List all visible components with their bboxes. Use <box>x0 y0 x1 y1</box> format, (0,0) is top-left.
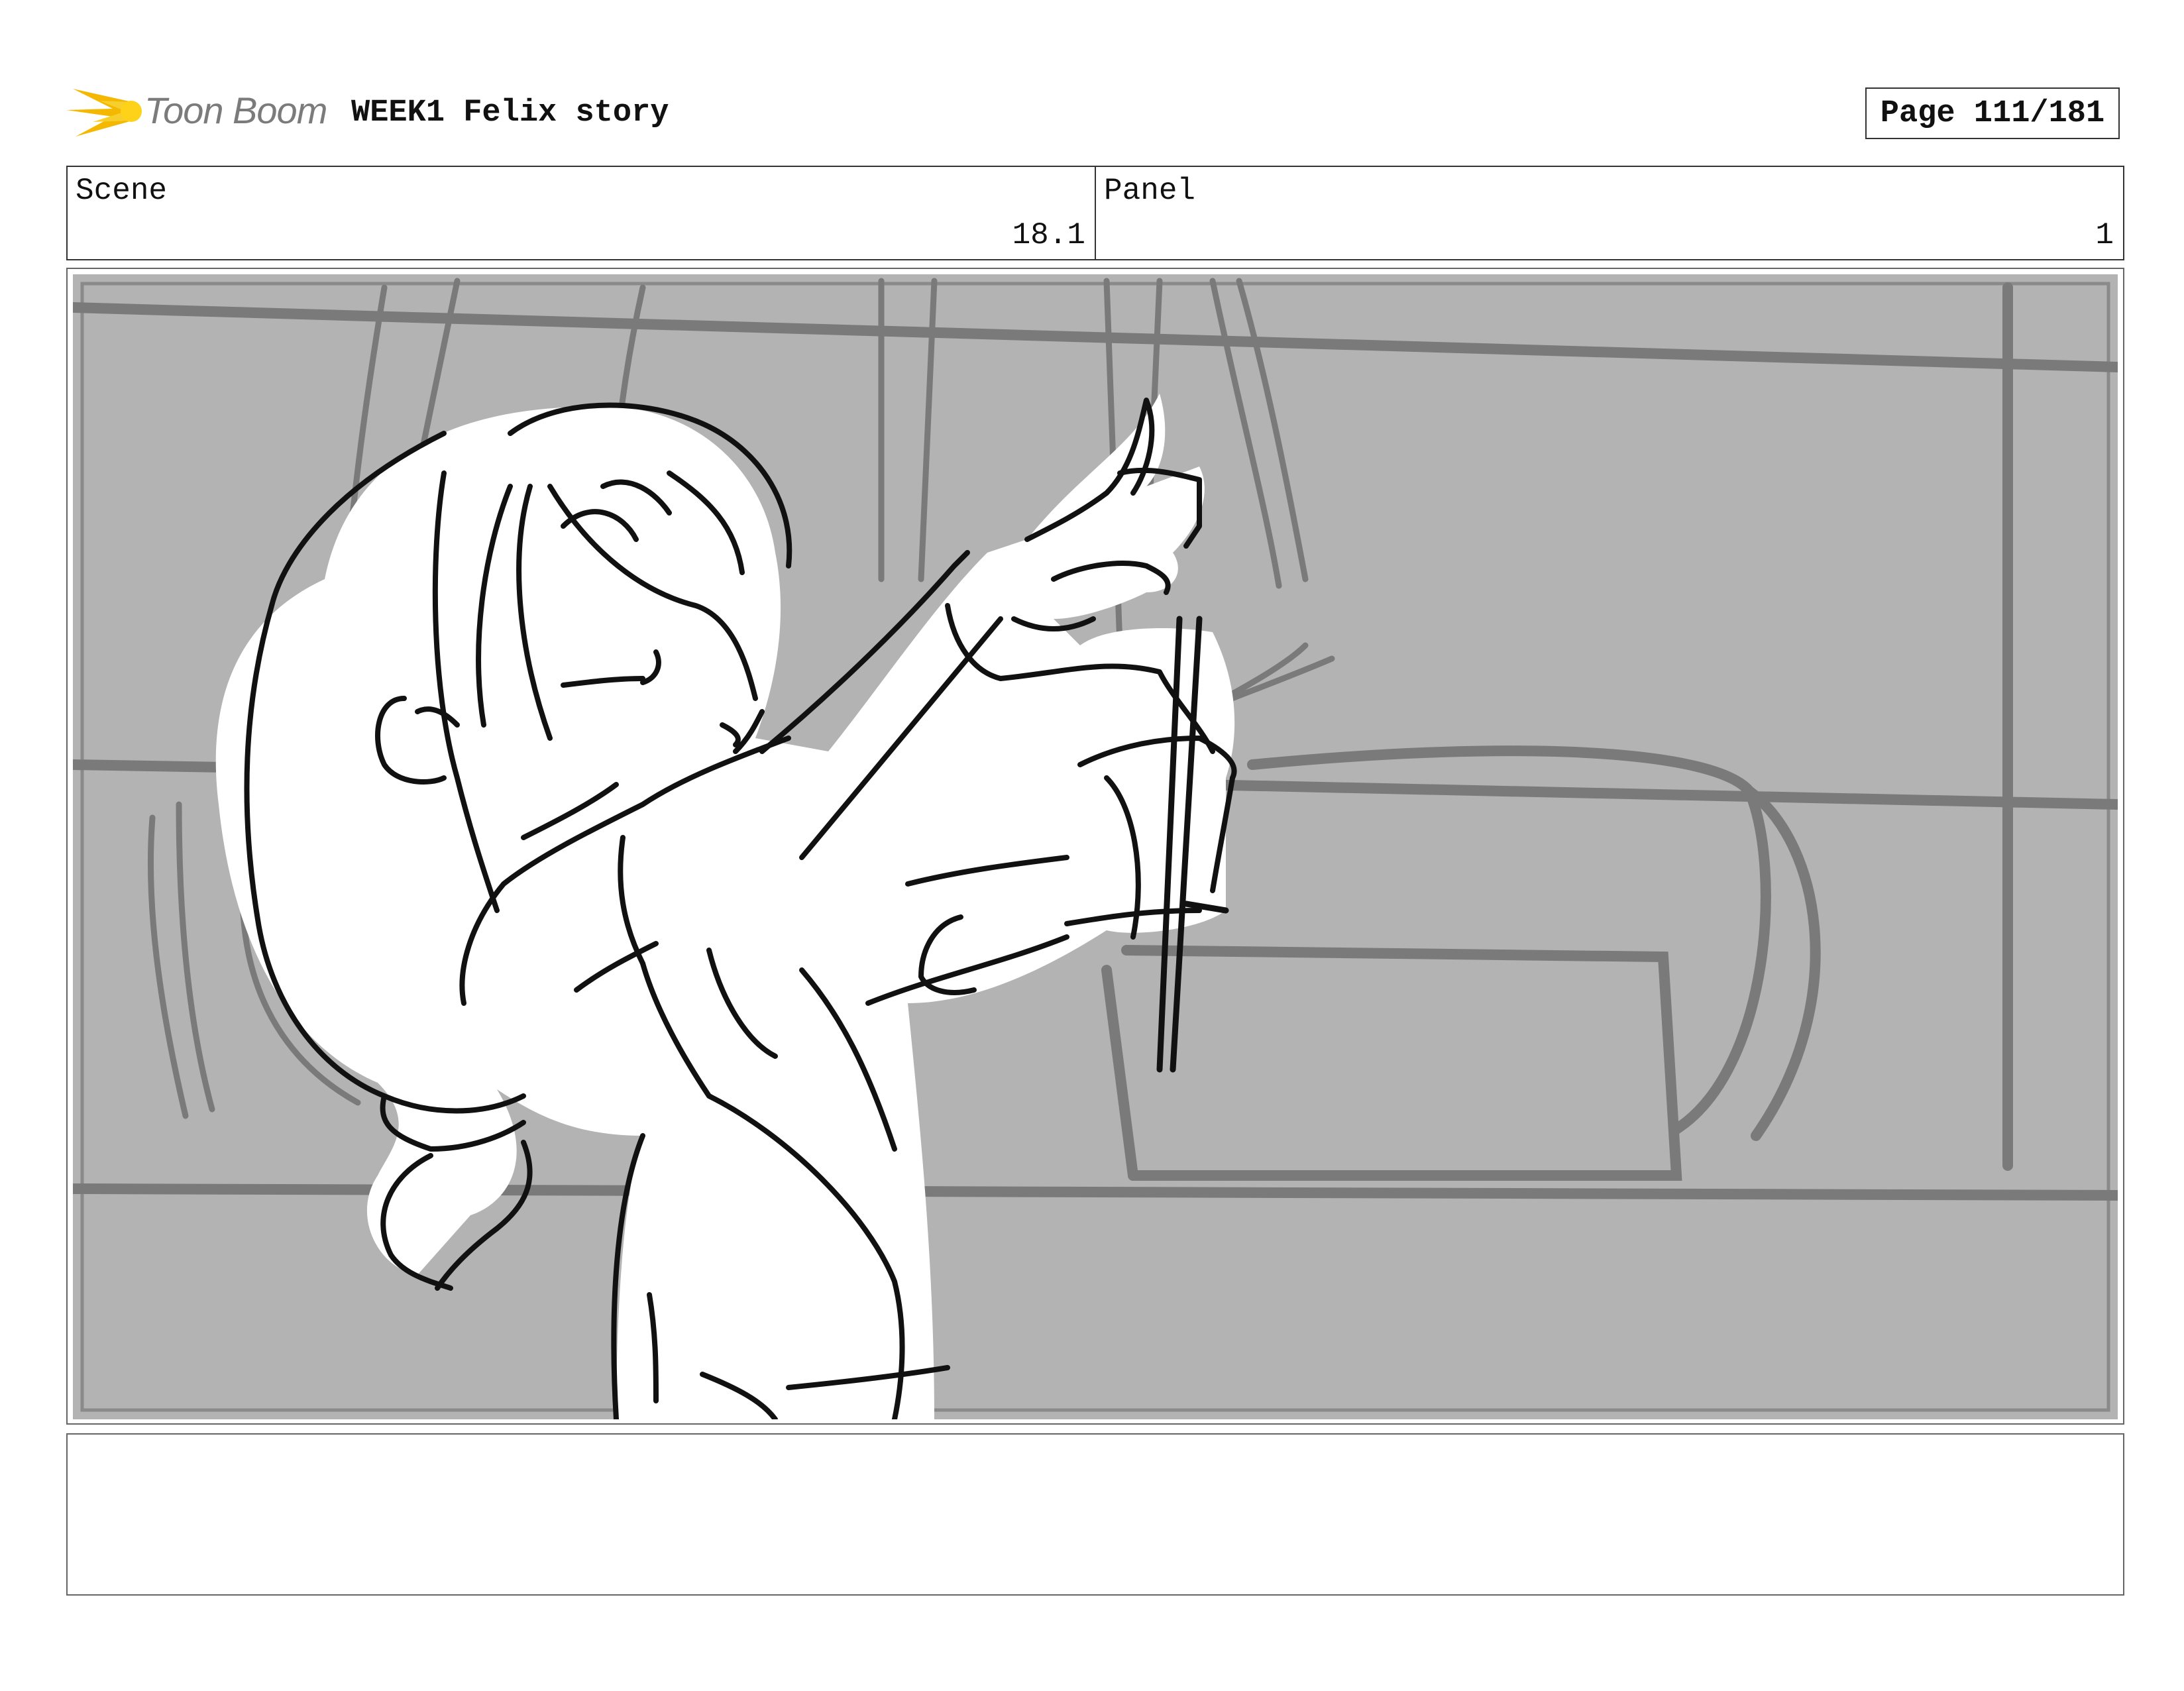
page-number: Page 111/181 <box>1865 87 2120 139</box>
toon-boom-logo: Toon Boom <box>66 76 338 148</box>
scene-panel-info: Scene 18.1 Panel 1 <box>66 166 2124 260</box>
storyboard-sketch <box>73 274 2118 1419</box>
storyboard-panel <box>66 268 2124 1425</box>
scene-value: 18.1 <box>1012 218 1085 252</box>
page-header: Toon Boom WEEK1 Felix story Page 111/181 <box>66 73 2124 152</box>
panel-label: Panel <box>1104 174 1196 208</box>
panel-value: 1 <box>2095 218 2114 252</box>
logo-text: Toon Boom <box>144 89 327 131</box>
scene-cell: Scene 18.1 <box>68 167 1095 259</box>
scene-label: Scene <box>76 174 168 208</box>
star-burst-icon <box>66 89 142 136</box>
panel-cell: Panel 1 <box>1095 167 2123 259</box>
panel-notes <box>66 1433 2124 1596</box>
project-title: WEEK1 Felix story <box>351 95 669 131</box>
